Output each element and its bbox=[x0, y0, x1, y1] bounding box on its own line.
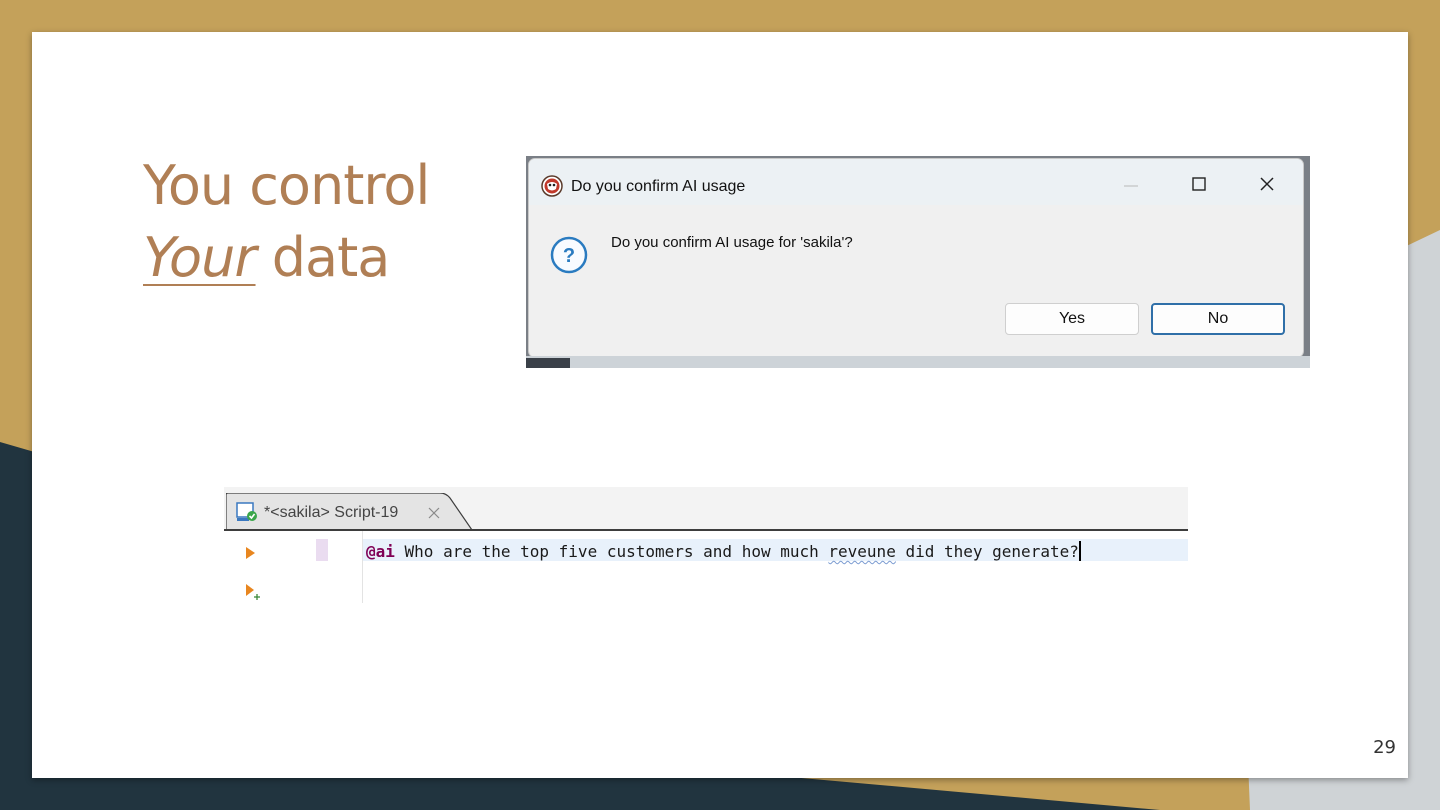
code-text-after: did they generate? bbox=[895, 542, 1079, 561]
code-text-before: Who are the top five customers and how m… bbox=[394, 542, 829, 561]
close-icon bbox=[1260, 177, 1274, 191]
minimize-icon bbox=[1124, 185, 1138, 187]
close-button[interactable] bbox=[1245, 167, 1289, 201]
page-number: 29 bbox=[1373, 737, 1396, 758]
maximize-icon bbox=[1192, 177, 1206, 191]
sql-editor-line[interactable]: @ai Who are the top five customers and h… bbox=[366, 541, 1081, 561]
no-button[interactable]: No bbox=[1151, 303, 1285, 335]
ai-command-keyword: @ai bbox=[366, 542, 395, 561]
slide: You control Your data Do you confirm AI … bbox=[32, 32, 1408, 778]
tab-close-icon[interactable] bbox=[426, 505, 442, 521]
dialog-message: Do you confirm AI usage for 'sakila'? bbox=[611, 234, 853, 251]
yes-button[interactable]: Yes bbox=[1005, 303, 1139, 335]
misspelled-word: reveune bbox=[828, 542, 896, 561]
dialog-background-strip bbox=[526, 356, 1310, 368]
background-tab-edge bbox=[526, 358, 570, 368]
dialog-screenshot: Do you confirm AI usage ? Do you confirm… bbox=[526, 156, 1310, 368]
text-caret bbox=[1078, 541, 1081, 561]
dialog-titlebar: Do you confirm AI usage bbox=[529, 159, 1303, 205]
tabbar-underline bbox=[224, 529, 1188, 531]
maximize-button[interactable] bbox=[1177, 167, 1221, 201]
question-icon: ? bbox=[550, 236, 588, 274]
slide-title: You control Your data bbox=[143, 150, 430, 294]
editor-tab-label: *<sakila> Script-19 bbox=[264, 504, 399, 521]
editor-screenshot: *<sakila> Script-19 @ai Who are the top … bbox=[224, 487, 1188, 603]
minimize-button[interactable] bbox=[1109, 167, 1153, 201]
svg-text:?: ? bbox=[563, 245, 575, 267]
dialog-title: Do you confirm AI usage bbox=[571, 178, 746, 195]
sql-script-icon bbox=[236, 502, 257, 521]
app-logo-icon bbox=[541, 175, 563, 197]
line-marker bbox=[316, 539, 328, 561]
confirm-dialog: Do you confirm AI usage ? Do you confirm… bbox=[528, 158, 1304, 358]
title-line-2-rest: data bbox=[255, 226, 391, 289]
title-emphasis-word: Your bbox=[143, 226, 257, 289]
execute-new-tab-icon[interactable] bbox=[244, 583, 262, 601]
execute-statement-icon[interactable] bbox=[244, 545, 258, 561]
title-line-1: You control bbox=[143, 154, 430, 217]
